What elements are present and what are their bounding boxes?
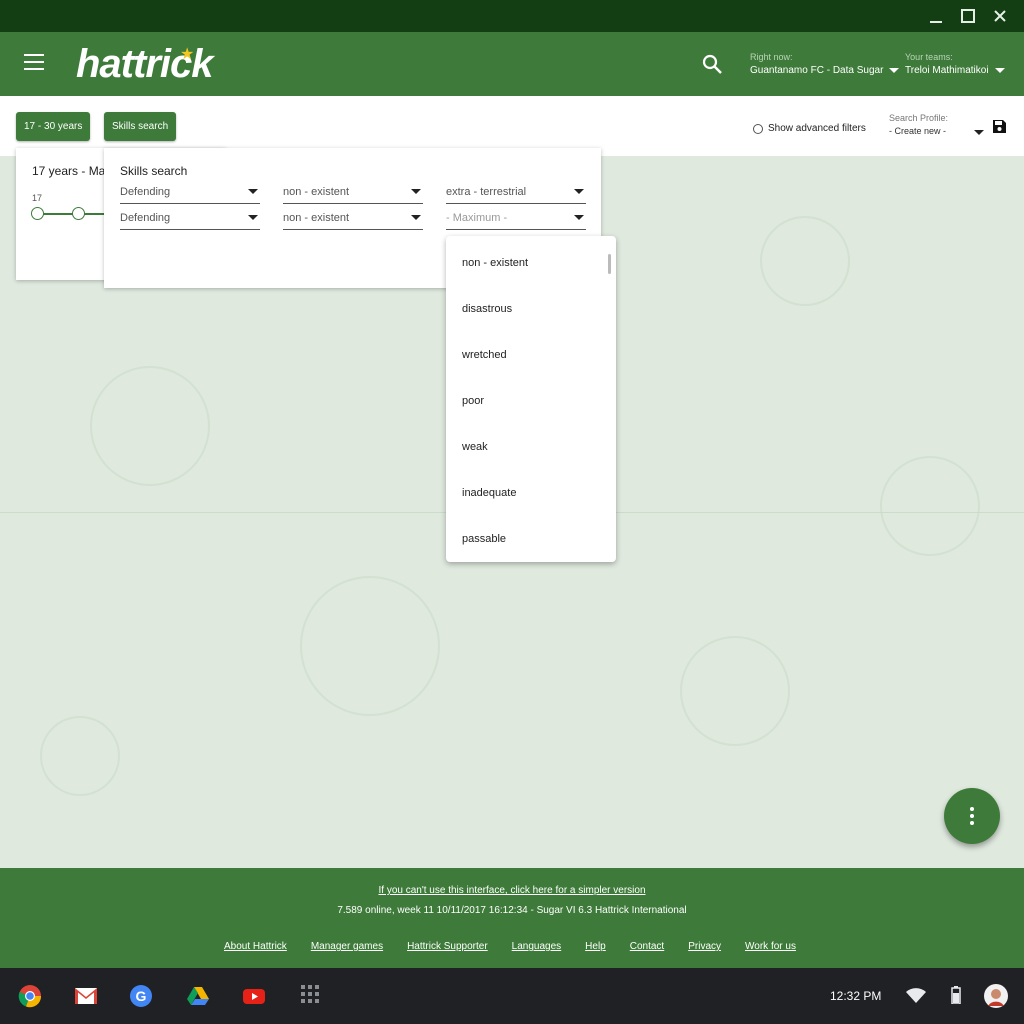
dropdown-option[interactable]: passable <box>462 533 506 545</box>
pattern-ball-icon <box>90 366 210 486</box>
battery-icon[interactable] <box>951 986 961 1009</box>
dropdown-scrollbar[interactable] <box>608 254 611 274</box>
system-clock[interactable]: 12:32 PM <box>830 989 881 1003</box>
skills-panel-title: Skills search <box>120 164 188 178</box>
footer-links: About Hattrick Manager games Hattrick Su… <box>224 941 796 952</box>
chevron-down-icon <box>411 189 421 194</box>
right-now-select[interactable]: Guantanamo FC - Data Sugar <box>750 65 900 76</box>
window-title-bar <box>0 0 1024 32</box>
advanced-filters-toggle[interactable]: Show advanced filters <box>753 123 866 134</box>
footer-link-privacy[interactable]: Privacy <box>688 941 721 952</box>
menu-icon[interactable] <box>24 54 48 74</box>
chevron-down-icon <box>248 189 258 194</box>
maximize-icon[interactable] <box>956 4 980 28</box>
skill-min-value: non - existent <box>283 212 350 224</box>
dot <box>970 807 974 811</box>
svg-text:G: G <box>136 988 147 1004</box>
skill-value: Defending <box>120 212 171 224</box>
chevron-down-icon <box>574 189 584 194</box>
age-filter-chip[interactable]: 17 - 30 years <box>16 112 91 141</box>
search-profile-label: Search Profile: <box>889 113 949 123</box>
age-slider-handle[interactable] <box>72 207 85 220</box>
skill-select[interactable]: Defending <box>120 210 260 230</box>
skill-max-select[interactable]: - Maximum - <box>446 210 586 230</box>
skill-select[interactable]: Defending <box>120 184 260 204</box>
google-icon[interactable]: G <box>129 984 153 1008</box>
skill-level-dropdown[interactable]: non - existent disastrous wretched poor … <box>446 236 616 562</box>
skill-max-select[interactable]: extra - terrestrial <box>446 184 586 204</box>
gmail-icon[interactable] <box>74 984 98 1008</box>
skills-search-chip[interactable]: Skills search <box>104 112 177 141</box>
page-footer: If you can't use this interface, click h… <box>0 868 1024 968</box>
chevron-down-icon <box>248 215 258 220</box>
filter-toolbar: 17 - 30 years Skills search Show advance… <box>0 96 1024 156</box>
footer-link-work[interactable]: Work for us <box>745 941 796 952</box>
pattern-ball-icon <box>300 576 440 716</box>
logo-star-icon: ★ <box>180 46 195 63</box>
minimize-icon[interactable] <box>924 4 948 28</box>
wifi-icon[interactable] <box>906 988 926 1009</box>
skill-max-placeholder: - Maximum - <box>446 212 508 224</box>
avatar[interactable] <box>984 984 1008 1013</box>
right-now-value: Guantanamo FC - Data Sugar <box>750 65 884 76</box>
dropdown-option[interactable]: inadequate <box>462 487 516 499</box>
search-profile-select[interactable]: - Create new - <box>889 126 985 140</box>
pattern-ball-icon <box>760 216 850 306</box>
your-teams-value: Treloi Mathimatikoi <box>905 65 989 76</box>
advanced-filters-label: Show advanced filters <box>768 123 866 134</box>
search-profile-value: - Create new - <box>889 126 947 136</box>
chevron-down-icon <box>994 68 1005 73</box>
footer-link-help[interactable]: Help <box>585 941 606 952</box>
skill-min-select[interactable]: non - existent <box>283 184 423 204</box>
radio-icon[interactable] <box>753 123 763 134</box>
skill-value: Defending <box>120 186 171 198</box>
chevron-down-icon <box>889 68 900 73</box>
pattern-ball-icon <box>880 456 980 556</box>
your-teams-label: Your teams: <box>905 52 953 62</box>
dot <box>970 821 974 825</box>
save-icon[interactable] <box>993 120 1006 133</box>
search-icon[interactable] <box>700 52 726 78</box>
drive-icon[interactable] <box>186 984 210 1008</box>
pattern-ball-icon <box>680 636 790 746</box>
skill-max-value: extra - terrestrial <box>446 186 527 198</box>
footer-link-supporter[interactable]: Hattrick Supporter <box>407 941 488 952</box>
app-launcher-icon[interactable] <box>300 984 324 1008</box>
dot <box>970 814 974 818</box>
status-line: 7.589 online, week 11 10/11/2017 16:12:3… <box>337 905 687 916</box>
simpler-version-link[interactable]: If you can't use this interface, click h… <box>0 885 1024 896</box>
chevron-down-icon <box>974 130 984 135</box>
skill-min-value: non - existent <box>283 186 350 198</box>
more-actions-button[interactable] <box>944 788 1000 844</box>
chevron-down-icon <box>411 215 421 220</box>
app-header: hattrick <box>0 32 1024 96</box>
close-icon[interactable] <box>988 4 1012 28</box>
dropdown-option[interactable]: non - existent <box>462 257 528 269</box>
chrome-icon[interactable] <box>18 984 42 1008</box>
dropdown-option[interactable]: disastrous <box>462 303 512 315</box>
age-slider-min-handle[interactable] <box>31 207 44 220</box>
footer-link-about[interactable]: About Hattrick <box>224 941 287 952</box>
footer-link-languages[interactable]: Languages <box>512 941 562 952</box>
age-min-label: 17 <box>32 193 43 203</box>
pattern-ball-icon <box>40 716 120 796</box>
footer-link-manager-games[interactable]: Manager games <box>311 941 383 952</box>
dropdown-option[interactable]: weak <box>462 441 488 453</box>
youtube-icon[interactable] <box>242 984 266 1008</box>
age-range-title: 17 years - Ma <box>32 164 106 178</box>
dropdown-option[interactable]: poor <box>462 395 484 407</box>
dropdown-option[interactable]: wretched <box>462 349 507 361</box>
chevron-down-icon <box>574 215 584 220</box>
skill-min-select[interactable]: non - existent <box>283 210 423 230</box>
your-teams-select[interactable]: Treloi Mathimatikoi <box>905 65 1005 76</box>
right-now-label: Right now: <box>750 52 793 62</box>
footer-link-contact[interactable]: Contact <box>630 941 664 952</box>
